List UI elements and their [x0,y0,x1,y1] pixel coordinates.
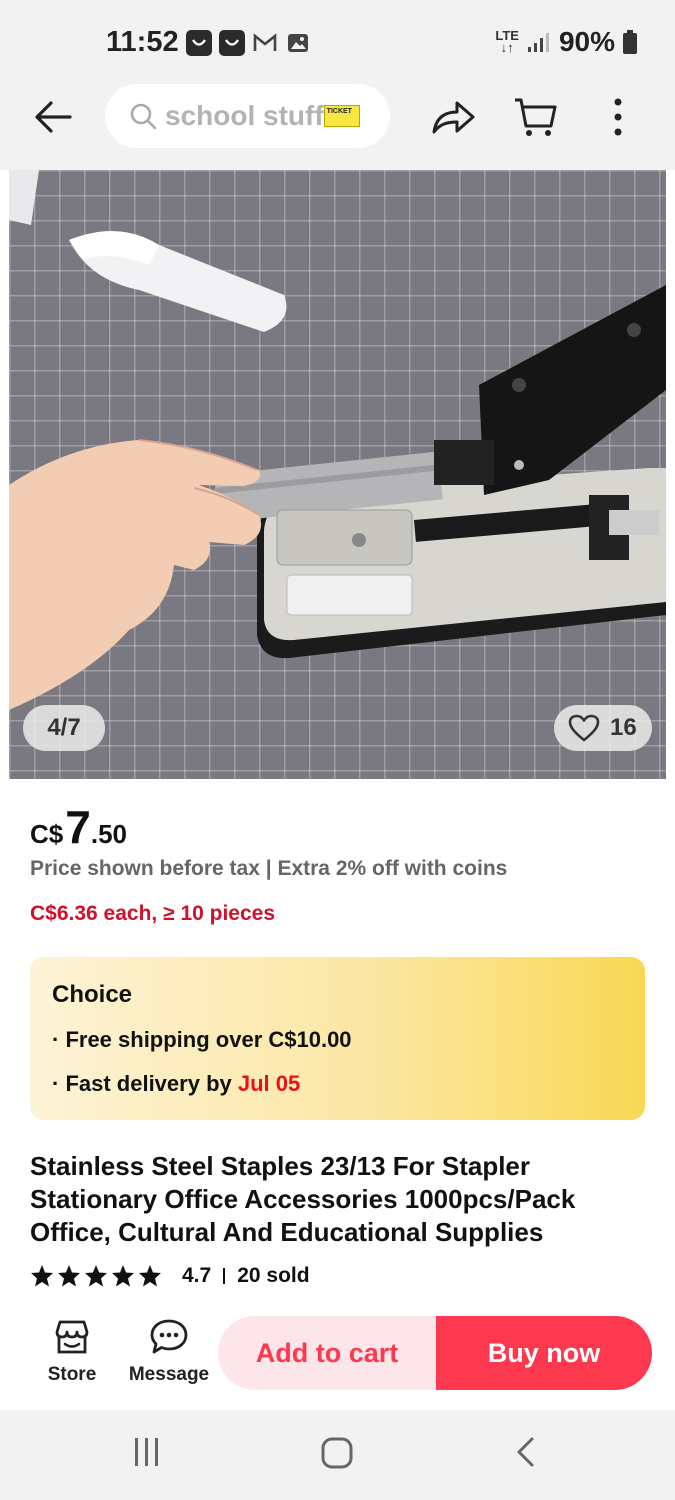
price-decimal: .50 [90,819,127,849]
product-page: 11:52 LTE ↓↑ 90% school stuff TICKET 4/7… [0,0,675,1500]
choice-title: Choice [52,981,133,1008]
gmail-icon [252,30,278,56]
system-nav-bar [0,1410,675,1500]
fast-delivery-line: · Fast delivery by Jul 05 [52,1071,301,1096]
back-button[interactable] [30,94,76,140]
back-arrow-icon [35,101,72,133]
star-rating [30,1264,162,1288]
wishlist-count: 16 [610,714,637,741]
search-icon [130,103,157,130]
product-image-carousel[interactable]: 4/7 16 [9,170,666,779]
more-options-button[interactable] [600,92,636,142]
store-label: Store [47,1364,97,1385]
rating-value: 4.7 [182,1264,212,1287]
star-icon [139,1265,161,1287]
wishlist-button[interactable]: 16 [554,705,652,751]
home-button[interactable] [320,1436,354,1475]
cart-icon [515,98,557,136]
add-to-cart-button[interactable]: Add to cart [218,1316,436,1390]
store-icon [55,1320,89,1354]
message-icon [150,1319,188,1354]
system-status: LTE ↓↑ 90% [495,26,637,58]
image-counter: 4/7 [23,705,105,751]
star-icon [58,1265,80,1287]
store-button[interactable]: Store [46,1318,98,1386]
recent-apps-button[interactable] [132,1436,162,1473]
star-icon [112,1265,134,1287]
cart-button[interactable] [510,92,562,142]
product-photo [9,170,666,710]
search-bar[interactable]: school stuff TICKET [105,84,390,148]
rating-row[interactable]: 4.7 20 sold [30,1264,310,1288]
message-label: Message [128,1364,210,1385]
heart-icon [568,714,600,742]
notification-icons [186,30,311,56]
chevron-left-icon [517,1437,534,1467]
rating-divider [223,1268,226,1284]
bulk-price: C$6.36 each, ≥ 10 pieces [30,902,276,925]
sold-count: 20 sold [237,1264,310,1287]
gallery-icon [285,30,311,56]
delivery-date: Jul 05 [237,1071,301,1096]
ticket-tag: TICKET [323,105,360,127]
aliexpress-icon [186,30,212,56]
message-button[interactable]: Message [128,1318,210,1386]
status-time: 11:52 [106,26,179,58]
home-icon [321,1437,353,1469]
battery-icon [623,30,637,54]
signal-icon [527,33,549,52]
aliexpress-icon [219,30,245,56]
price-currency: C$ [30,819,64,849]
buy-now-button[interactable]: Buy now [436,1316,652,1390]
free-shipping-line: · Free shipping over C$10.00 [52,1027,352,1052]
system-back-button[interactable] [513,1436,537,1473]
product-price: C$ 7 .50 [30,800,127,854]
star-icon [31,1265,53,1287]
price-integer: 7 [65,801,91,853]
recent-apps-icon [135,1438,158,1466]
status-bar: 11:52 LTE ↓↑ 90% [0,0,675,84]
more-vert-icon [614,98,622,136]
product-title: Stainless Steel Staples 23/13 For Staple… [30,1151,576,1247]
star-icon [85,1265,107,1287]
share-icon [432,101,475,134]
bottom-action-bar: Store Message Add to cart Buy now [0,1300,675,1410]
price-note: Price shown before tax | Extra 2% off wi… [30,857,508,880]
lte-indicator: LTE ↓↑ [495,28,519,55]
top-nav: school stuff TICKET [0,84,675,170]
battery-level: 90% [558,26,615,57]
choice-card[interactable]: Choice · Free shipping over C$10.00 · Fa… [30,957,645,1120]
search-query: school stuff [165,100,324,131]
share-button[interactable] [428,92,478,142]
